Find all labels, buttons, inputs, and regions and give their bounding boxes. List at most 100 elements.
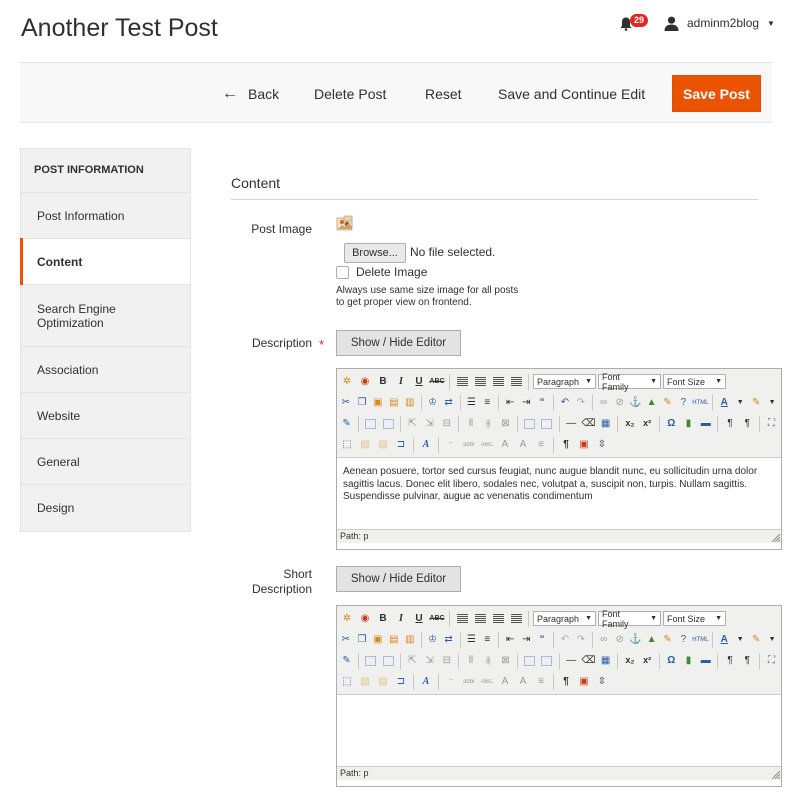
move-forward-icon[interactable]: ▨ [375, 437, 391, 453]
remove-format-icon[interactable]: ⌫ [581, 653, 596, 669]
delete-image-label[interactable]: Delete Image [356, 265, 427, 279]
table-cell-props-icon[interactable] [380, 416, 395, 432]
table-row-props-icon[interactable] [363, 653, 378, 669]
delete-image-checkbox[interactable] [336, 266, 349, 279]
unlink-icon[interactable]: ⊘ [613, 632, 627, 648]
merge-cells-icon[interactable] [539, 416, 554, 432]
italic-icon[interactable]: I [393, 611, 409, 627]
align-center-icon[interactable] [472, 374, 488, 390]
delete-col-icon[interactable]: ⊠ [498, 653, 513, 669]
fullscreen-icon[interactable]: ⛶ [764, 416, 779, 432]
chevron-down-icon[interactable]: ▼ [733, 632, 747, 648]
special-char-icon[interactable]: Ω [664, 653, 679, 669]
blockquote-icon[interactable]: “ [535, 632, 549, 648]
find-icon[interactable]: ♔ [426, 395, 440, 411]
cite-icon[interactable]: “” [443, 674, 459, 690]
styles-icon[interactable]: A [418, 674, 434, 690]
delete-post-button[interactable]: Delete Post [314, 63, 386, 124]
move-forward-icon[interactable]: ▨ [375, 674, 391, 690]
nonbreaking-icon[interactable]: ▣ [576, 437, 592, 453]
ltr-icon[interactable]: ¶ [722, 653, 737, 669]
superscript-icon[interactable]: x² [639, 416, 654, 432]
replace-icon[interactable]: ⇄ [442, 632, 456, 648]
show-blocks-icon[interactable]: ¶ [558, 437, 574, 453]
cut-icon[interactable]: ✂ [339, 632, 353, 648]
insert-col-before-icon[interactable]: ⫴ [463, 653, 478, 669]
merge-cells-icon[interactable] [539, 653, 554, 669]
sidebar-item-website[interactable]: Website [21, 393, 190, 439]
select-all-icon[interactable]: ⬚ [339, 437, 355, 453]
redo-icon[interactable]: ↷ [574, 632, 588, 648]
absolute-position-icon[interactable]: ⊐ [393, 674, 409, 690]
sidebar-item-design[interactable]: Design [21, 485, 190, 531]
insert-col-after-icon[interactable]: ⫵ [481, 416, 496, 432]
background-color-icon[interactable]: ✎ [749, 395, 763, 411]
rtl-icon[interactable]: ¶ [740, 416, 755, 432]
media-icon[interactable]: ▮ [681, 416, 696, 432]
attribs-icon[interactable]: ≡ [533, 437, 549, 453]
show-hide-editor-button[interactable]: Show / Hide Editor [336, 330, 461, 356]
background-color-icon[interactable]: ✎ [749, 632, 763, 648]
text-color-icon[interactable]: A [717, 632, 731, 648]
delete-row-icon[interactable]: ⊟ [439, 416, 454, 432]
fullscreen-icon[interactable]: ⛶ [764, 653, 779, 669]
insert-row-before-icon[interactable]: ⇱ [405, 416, 420, 432]
redo-icon[interactable]: ↷ [574, 395, 588, 411]
page-break-icon[interactable]: ⇳ [594, 437, 610, 453]
bullet-list-icon[interactable]: ☰ [464, 632, 478, 648]
paste-icon[interactable]: ▣ [371, 395, 385, 411]
insert-col-before-icon[interactable]: ⫴ [463, 416, 478, 432]
cleanup-icon[interactable]: ✎ [661, 395, 675, 411]
font-size-select[interactable]: Font Size ▼ [663, 611, 726, 626]
back-button[interactable]: ← Back [222, 63, 279, 124]
indent-icon[interactable]: ⇥ [519, 395, 533, 411]
media-icon[interactable]: ▮ [681, 653, 696, 669]
chevron-down-icon[interactable]: ▼ [733, 395, 747, 411]
underline-icon[interactable]: U [411, 611, 427, 627]
underline-icon[interactable]: U [411, 374, 427, 390]
delete-col-icon[interactable]: ⊠ [498, 416, 513, 432]
split-cells-icon[interactable] [522, 653, 537, 669]
outdent-icon[interactable]: ⇤ [503, 632, 517, 648]
save-post-button[interactable]: Save Post [672, 75, 761, 112]
font-size-select[interactable]: Font Size ▼ [663, 374, 726, 389]
table-icon[interactable]: ▦ [598, 416, 613, 432]
insert-layer-icon[interactable]: ▧ [357, 674, 373, 690]
nonbreaking-icon[interactable]: ▣ [576, 674, 592, 690]
select-all-icon[interactable]: ⬚ [339, 674, 355, 690]
ins-icon[interactable]: A [515, 674, 531, 690]
link-icon[interactable]: ∞ [597, 395, 611, 411]
html-source-icon[interactable]: HTML [692, 632, 708, 648]
format-select[interactable]: Paragraph ▼ [533, 611, 596, 626]
image-icon[interactable]: ▲ [645, 395, 659, 411]
table-row-props-icon[interactable] [363, 416, 378, 432]
edit-icon[interactable]: ✎ [339, 653, 354, 669]
short-description-editor-content[interactable] [337, 695, 781, 766]
numbered-list-icon[interactable]: ≡ [480, 632, 494, 648]
insert-row-after-icon[interactable]: ⇲ [422, 416, 437, 432]
font-family-select[interactable]: Font Family ▼ [598, 609, 661, 629]
insert-col-after-icon[interactable]: ⫵ [481, 653, 496, 669]
horizontal-line-icon[interactable]: ▬ [698, 416, 713, 432]
resize-grip-icon[interactable] [772, 534, 780, 542]
anchor-icon[interactable]: ⚓ [629, 632, 643, 648]
horizontal-line-icon[interactable]: ▬ [698, 653, 713, 669]
insert-layer-icon[interactable]: ▧ [357, 437, 373, 453]
table-icon[interactable]: ▦ [598, 653, 613, 669]
special-char-icon[interactable]: Ω [664, 416, 679, 432]
sidebar-item-post-information[interactable]: Post Information [21, 193, 190, 239]
html-source-icon[interactable]: HTML [692, 395, 708, 411]
absolute-position-icon[interactable]: ⊐ [393, 437, 409, 453]
numbered-list-icon[interactable]: ≡ [480, 395, 494, 411]
attribs-icon[interactable]: ≡ [533, 674, 549, 690]
undo-icon[interactable]: ↶ [558, 395, 572, 411]
replace-icon[interactable]: ⇄ [442, 395, 456, 411]
show-blocks-icon[interactable]: ¶ [558, 674, 574, 690]
acronym-icon[interactable]: ABC [479, 674, 495, 690]
ltr-icon[interactable]: ¶ [722, 416, 737, 432]
del-icon[interactable]: A [497, 437, 513, 453]
find-icon[interactable]: ♔ [426, 632, 440, 648]
subscript-icon[interactable]: x₂ [622, 416, 637, 432]
table-cell-props-icon[interactable] [380, 653, 395, 669]
bold-icon[interactable]: B [375, 374, 391, 390]
